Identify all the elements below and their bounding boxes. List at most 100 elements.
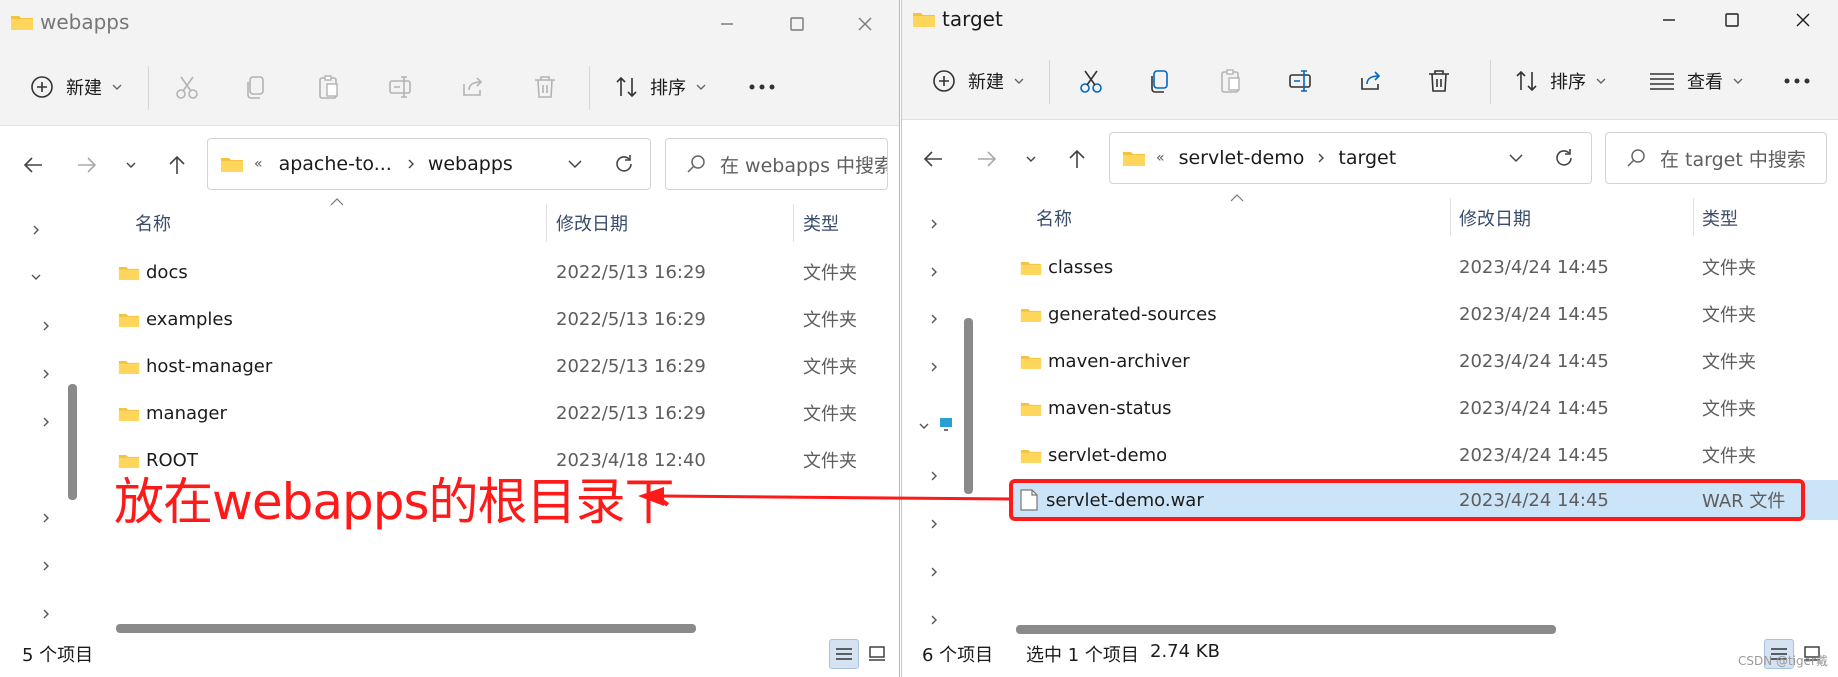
maximize-button[interactable] — [767, 6, 827, 42]
expand-chevron[interactable] — [36, 364, 56, 384]
new-button[interactable]: 新建 — [30, 68, 124, 106]
expand-chevron[interactable] — [924, 562, 944, 582]
recent-locations-button[interactable] — [114, 148, 148, 182]
more-icon — [1784, 78, 1810, 84]
delete-button[interactable] — [1426, 62, 1452, 100]
column-header-type[interactable]: 类型 — [1702, 205, 1738, 241]
expand-chevron[interactable] — [26, 220, 46, 240]
breadcrumb-item[interactable]: target — [1338, 147, 1396, 169]
refresh-icon[interactable] — [1553, 147, 1575, 169]
expand-chevron[interactable] — [36, 412, 56, 432]
expand-chevron[interactable] — [36, 604, 56, 624]
nav-pane-scrollbar[interactable] — [68, 384, 77, 500]
copy-icon — [247, 76, 264, 99]
recent-locations-button[interactable] — [1014, 142, 1048, 176]
collapse-chevron[interactable] — [26, 267, 46, 287]
column-header-date[interactable]: 修改日期 — [556, 210, 628, 246]
expand-chevron[interactable] — [924, 610, 944, 630]
expand-chevron[interactable] — [36, 316, 56, 336]
delete-button[interactable] — [532, 68, 558, 106]
selected-count: 选中 1 个项目 — [1026, 645, 1139, 666]
folder-icon — [913, 13, 935, 27]
breadcrumb-item[interactable]: apache-to... — [279, 153, 392, 175]
copy-button[interactable] — [244, 68, 270, 106]
list-item[interactable]: maven-archiver 2023/4/24 14:45 文件夹 — [1012, 341, 1822, 381]
details-view-button[interactable] — [829, 639, 859, 669]
minimize-button[interactable] — [697, 6, 757, 42]
collapse-chevron[interactable] — [914, 416, 934, 436]
forward-button[interactable] — [70, 148, 104, 182]
column-header-type[interactable]: 类型 — [803, 210, 839, 246]
address-bar[interactable]: « apache-to... webapps — [207, 138, 651, 190]
back-button[interactable] — [916, 142, 950, 176]
breadcrumb-item[interactable]: webapps — [428, 153, 513, 175]
column-header-name[interactable]: 名称 — [1036, 205, 1072, 241]
expand-chevron[interactable] — [36, 508, 56, 528]
maximize-button[interactable] — [1702, 2, 1762, 38]
tiles-view-button[interactable] — [862, 639, 892, 669]
up-button[interactable] — [160, 148, 194, 182]
share-icon — [463, 77, 483, 96]
more-options-button[interactable] — [1783, 62, 1811, 100]
address-bar[interactable]: « servlet-demo target — [1109, 132, 1592, 184]
item-count: 5 个项目 — [22, 645, 94, 666]
copy-button[interactable] — [1148, 62, 1174, 100]
expand-chevron[interactable] — [924, 214, 944, 234]
column-header-name[interactable]: 名称 — [135, 210, 171, 246]
chevron-down-icon[interactable] — [567, 156, 583, 172]
chevron-right-icon — [408, 159, 414, 169]
back-button[interactable] — [16, 148, 50, 182]
this-pc-icon[interactable] — [936, 414, 956, 434]
close-button[interactable] — [1773, 2, 1833, 38]
item-date: 2022/5/13 16:29 — [556, 402, 706, 424]
chevron-right-icon — [931, 219, 937, 229]
up-button[interactable] — [1060, 142, 1094, 176]
refresh-icon[interactable] — [613, 153, 635, 175]
sort-button[interactable]: 排序 — [614, 68, 708, 106]
column-header-date[interactable]: 修改日期 — [1459, 205, 1531, 241]
breadcrumb-overflow[interactable]: « — [1156, 150, 1165, 166]
breadcrumb-overflow[interactable]: « — [254, 156, 263, 172]
annotation-arrow — [638, 487, 1013, 506]
new-button[interactable]: 新建 — [932, 62, 1026, 100]
list-item[interactable]: servlet-demo 2023/4/24 14:45 文件夹 — [1012, 435, 1822, 475]
paste-button[interactable] — [316, 68, 342, 106]
arrow-up-icon — [1069, 149, 1085, 168]
item-date: 2022/5/13 16:29 — [556, 308, 706, 330]
folder-icon — [1020, 355, 1042, 369]
list-item[interactable]: generated-sources 2023/4/24 14:45 文件夹 — [1012, 294, 1822, 334]
list-item[interactable]: maven-status 2023/4/24 14:45 文件夹 — [1012, 388, 1822, 428]
horizontal-scrollbar[interactable] — [116, 624, 696, 633]
expand-chevron[interactable] — [924, 357, 944, 377]
list-item[interactable]: examples 2022/5/13 16:29 文件夹 — [110, 299, 890, 339]
search-box[interactable]: 在 webapps 中搜索 — [665, 138, 888, 190]
close-button[interactable] — [835, 6, 895, 42]
view-button[interactable]: 查看 — [1649, 62, 1745, 100]
chevron-right-icon — [931, 567, 937, 577]
list-item[interactable]: classes 2023/4/24 14:45 文件夹 — [1012, 247, 1822, 287]
list-item[interactable]: host-manager 2022/5/13 16:29 文件夹 — [110, 346, 890, 386]
list-item-selected[interactable]: servlet-demo.war 2023/4/24 14:45 WAR 文件 — [1010, 480, 1838, 520]
chevron-down-icon[interactable] — [1508, 150, 1524, 166]
cut-button[interactable] — [1078, 62, 1104, 100]
rename-button[interactable] — [1288, 62, 1314, 100]
more-options-button[interactable] — [748, 68, 776, 106]
list-item[interactable]: docs 2022/5/13 16:29 文件夹 — [110, 252, 890, 292]
share-button[interactable] — [460, 68, 486, 106]
expand-chevron[interactable] — [924, 309, 944, 329]
nav-pane-scrollbar[interactable] — [964, 318, 973, 494]
expand-chevron[interactable] — [924, 262, 944, 282]
sort-button[interactable]: 排序 — [1514, 62, 1608, 100]
forward-button[interactable] — [970, 142, 1004, 176]
expand-chevron[interactable] — [924, 514, 944, 534]
paste-button[interactable] — [1218, 62, 1244, 100]
expand-chevron[interactable] — [36, 556, 56, 576]
list-item[interactable]: manager 2022/5/13 16:29 文件夹 — [110, 393, 890, 433]
cut-button[interactable] — [174, 68, 200, 106]
search-box[interactable]: 在 target 中搜索 — [1605, 132, 1827, 184]
plus-circle-icon — [933, 70, 955, 92]
minimize-button[interactable] — [1639, 2, 1699, 38]
rename-button[interactable] — [388, 68, 414, 106]
breadcrumb-item[interactable]: servlet-demo — [1179, 147, 1305, 169]
share-button[interactable] — [1358, 62, 1384, 100]
